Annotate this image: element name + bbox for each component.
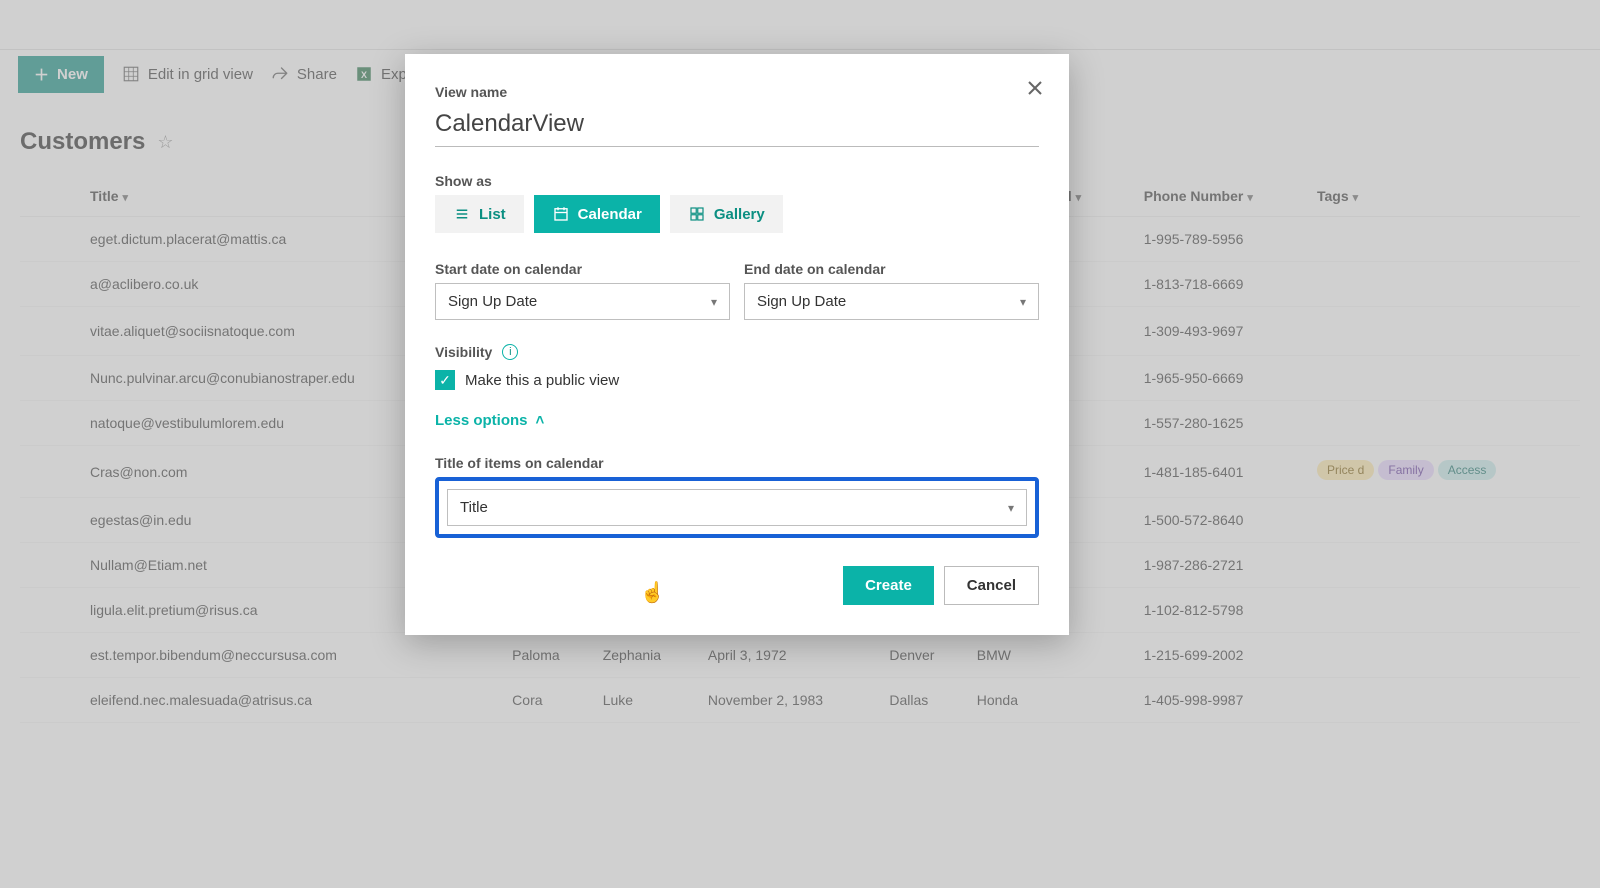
chevron-down-icon: ▾ [1008,501,1014,515]
public-view-label: Make this a public view [465,372,619,389]
less-options-label: Less options [435,412,528,429]
show-as-gallery-label: Gallery [714,206,765,223]
show-as-list-label: List [479,206,506,223]
view-name-input[interactable] [435,106,1039,147]
close-button[interactable] [1023,76,1047,100]
info-icon[interactable]: i [502,344,518,360]
start-date-select[interactable]: Sign Up Date ▾ [435,283,730,320]
chevron-down-icon: ▾ [711,295,717,309]
list-icon [453,205,471,223]
check-icon: ✓ [439,372,451,389]
visibility-label: Visibility [435,344,492,360]
show-as-label: Show as [435,173,1039,189]
view-name-label: View name [435,84,1039,100]
title-items-value: Title [460,499,488,516]
show-as-gallery[interactable]: Gallery [670,195,783,233]
end-date-value: Sign Up Date [757,293,846,310]
close-icon [1027,80,1043,96]
show-as-calendar-label: Calendar [578,206,642,223]
title-items-highlight: Title ▾ [435,477,1039,538]
title-items-select[interactable]: Title ▾ [447,489,1027,526]
calendar-icon [552,205,570,223]
show-as-list[interactable]: List [435,195,524,233]
gallery-icon [688,205,706,223]
public-view-checkbox[interactable]: ✓ [435,370,455,390]
end-date-label: End date on calendar [744,261,1039,277]
create-button-label: Create [865,577,912,594]
chevron-down-icon: ▾ [1020,295,1026,309]
cancel-button-label: Cancel [967,577,1016,594]
show-as-segment: List Calendar Gallery [435,195,1039,233]
cancel-button[interactable]: Cancel [944,566,1039,605]
title-items-label: Title of items on calendar [435,455,1039,471]
create-view-dialog: View name Show as List Calendar Gallery … [405,54,1069,635]
less-options-toggle[interactable]: Less options ˄ [435,412,1039,429]
start-date-value: Sign Up Date [448,293,537,310]
show-as-calendar[interactable]: Calendar [534,195,660,233]
create-button[interactable]: Create [843,566,934,605]
end-date-select[interactable]: Sign Up Date ▾ [744,283,1039,320]
chevron-up-icon: ˄ [536,412,545,429]
start-date-label: Start date on calendar [435,261,730,277]
